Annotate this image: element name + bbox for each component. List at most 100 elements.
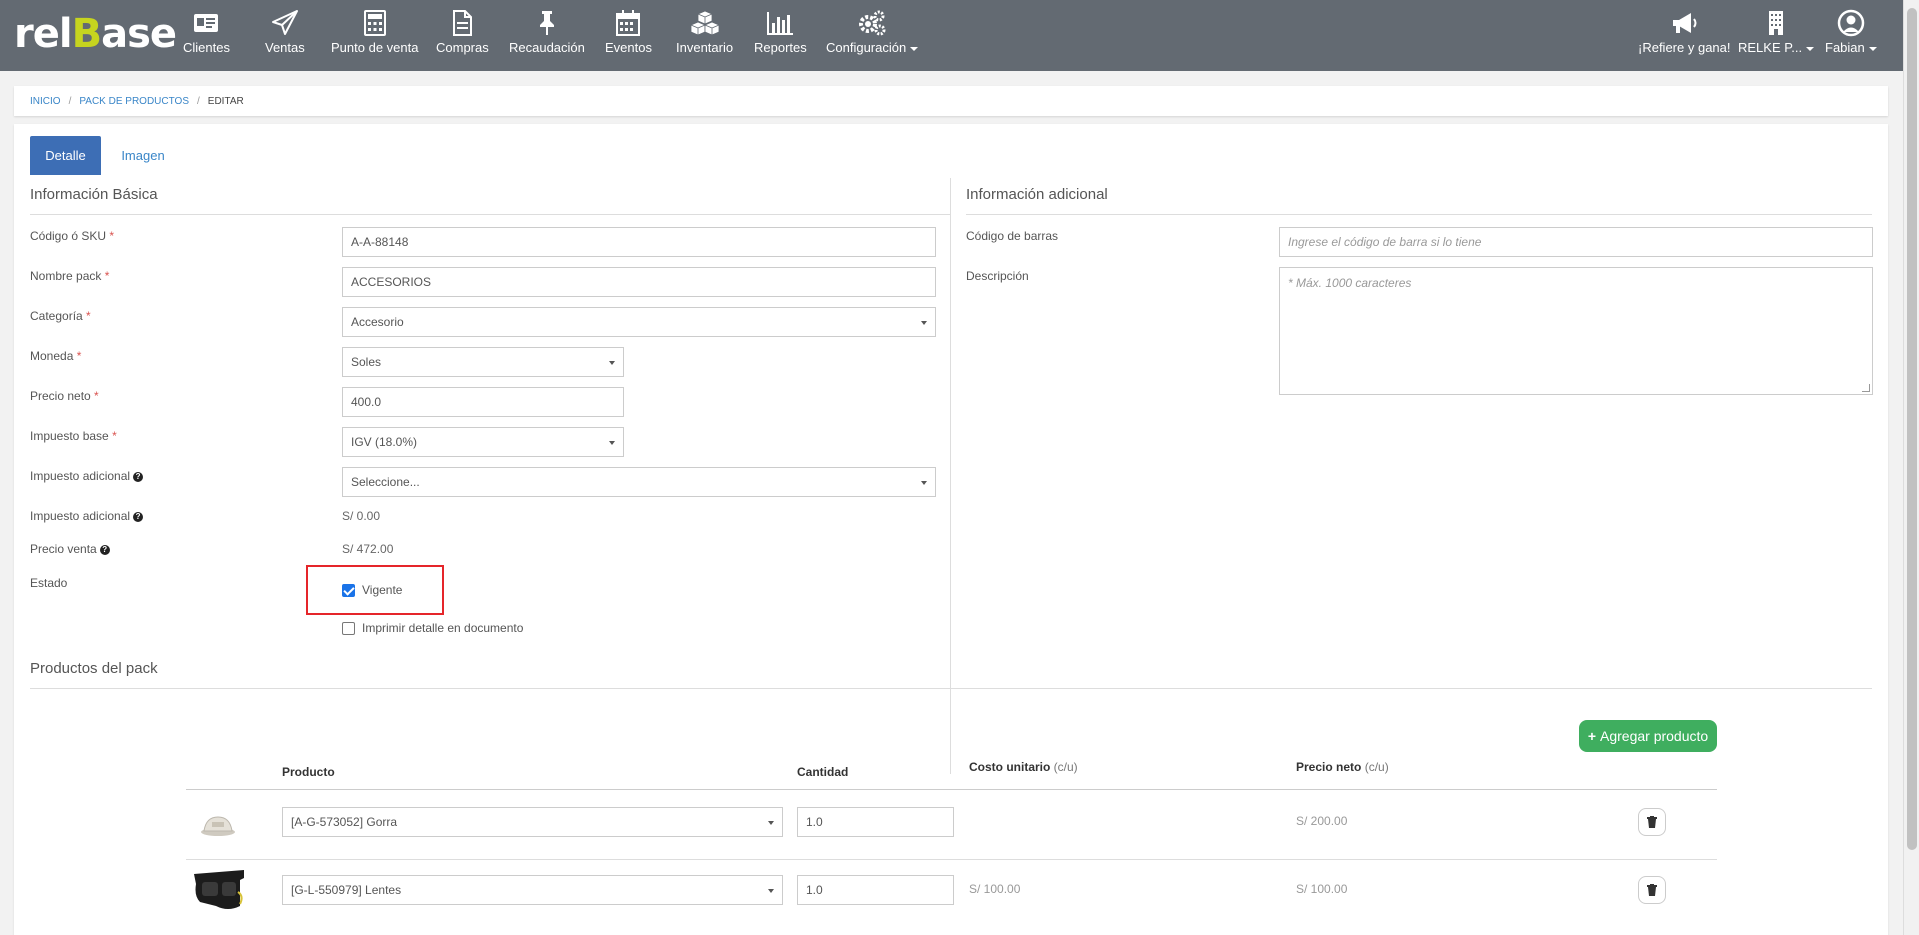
nav-compras[interactable]: Compras [436,8,489,64]
question-icon[interactable]: ? [99,544,110,555]
chevron-down-icon [921,321,927,325]
product-select[interactable]: [G-L-550979] Lentes [282,875,783,905]
chevron-down-icon [609,441,615,445]
quantity-input[interactable]: 1.0 [797,807,954,837]
nav-company[interactable]: RELKE P... [1738,8,1815,64]
base-tax-label: Impuesto base * [30,429,117,443]
nav-label: Clientes [183,40,230,55]
nav-reportes[interactable]: Reportes [754,8,807,64]
chevron-down-icon [921,481,927,485]
nav-configuracion[interactable]: Configuración [826,8,919,64]
sunglasses-thumbnail [192,866,246,919]
nav-label: Compras [436,40,489,55]
net-price-label: Precio neto * [30,389,99,403]
id-card-icon [194,14,219,32]
cap-thumbnail [200,812,236,841]
sku-label: Código ó SKU * [30,229,115,243]
extra-tax-amount: S/ 0.00 [342,509,381,523]
calculator-icon [363,10,386,36]
scrollbar-thumb[interactable] [1907,8,1917,850]
megaphone-icon [1673,13,1697,33]
nav-recaudacion[interactable]: Recaudación [509,8,585,64]
nav-refiere[interactable]: ¡Refiere y gana! [1638,8,1731,64]
delete-row-button[interactable] [1638,808,1666,836]
sale-price-label: Precio venta? [30,542,110,556]
nav-label: RELKE P... [1738,40,1815,55]
description-label: Descripción [966,269,1029,283]
chevron-down-icon [1806,46,1815,51]
divider [966,214,1872,215]
row-divider [186,859,1717,860]
relbase-logo[interactable]: relBase [14,12,177,56]
vigente-checkbox[interactable] [342,584,355,597]
nav-label: Ventas [265,40,305,55]
extra-tax-label: Impuesto adicional? [30,469,144,483]
plus-icon: + [1587,728,1596,744]
boxes-icon [689,10,720,36]
nav-clientes[interactable]: Clientes [183,8,230,64]
category-select[interactable]: Accesorio [342,307,936,337]
product-select[interactable]: [A-G-573052] Gorra [282,807,783,837]
breadcrumb-home[interactable]: INICIO [30,96,61,107]
sku-input[interactable]: A-A-88148 [342,227,936,257]
nav-punto-de-venta[interactable]: Punto de venta [331,8,418,64]
products-title: Productos del pack [30,660,158,677]
chevron-down-icon [1868,46,1877,51]
nav-label: Inventario [676,40,734,55]
print-detail-label: Imprimir detalle en documento [362,621,524,635]
add-product-button[interactable]: + Agregar producto [1579,720,1717,752]
barcode-input[interactable]: Ingrese el código de barra si lo tiene [1279,227,1873,257]
nav-user[interactable]: Fabian [1825,8,1877,64]
base-tax-select[interactable]: IGV (18.0%) [342,427,624,457]
main-panel: Detalle Imagen Información Básica Código… [14,124,1888,935]
nav-label: ¡Refiere y gana! [1638,40,1731,55]
nav-label: Recaudación [509,40,585,55]
question-icon[interactable]: ? [133,471,144,482]
question-icon[interactable]: ? [133,511,144,522]
sunglasses-image-icon [194,870,244,909]
cap-image-icon [201,816,235,836]
breadcrumb-current: EDITAR [207,95,244,107]
page-scrollbar[interactable] [1903,0,1919,935]
vigente-label: Vigente [362,583,403,597]
col-header-unit-cost: Costo unitario (c/u) [969,760,1078,774]
divider [30,688,1872,689]
tab-imagen[interactable]: Imagen [112,136,174,175]
unit-cost-cell: S/ 100.00 [969,882,1021,896]
category-label: Categoría * [30,309,91,323]
nav-ventas[interactable]: Ventas [265,8,305,64]
top-navbar: relBase Clientes Ventas Punto de venta C… [0,0,1903,71]
pin-icon [539,11,554,35]
pack-name-label: Nombre pack * [30,269,110,283]
nav-inventario[interactable]: Inventario [676,8,733,64]
document-icon [453,10,473,36]
resize-handle-icon[interactable] [1862,384,1870,392]
table-header-divider [186,789,1717,790]
building-icon [1769,11,1784,35]
currency-select[interactable]: Soles [342,347,624,377]
tab-detalle[interactable]: Detalle [30,136,101,175]
chevron-down-icon [768,821,774,825]
breadcrumb-section[interactable]: PACK DE PRODUCTOS [79,96,189,107]
nav-eventos[interactable]: Eventos [605,8,652,64]
nav-label: Fabian [1825,40,1877,55]
delete-row-button[interactable] [1638,876,1666,904]
currency-label: Moneda * [30,349,82,363]
chevron-down-icon [768,889,774,893]
pack-name-input[interactable]: ACCESORIOS [342,267,936,297]
quantity-input[interactable]: 1.0 [797,875,954,905]
breadcrumb: INICIO / PACK DE PRODUCTOS / EDITAR [14,86,1888,116]
paper-plane-icon [271,10,298,35]
gears-icon [859,10,886,36]
calendar-icon [616,10,641,36]
user-icon [1837,9,1865,37]
net-price-cell: S/ 200.00 [1296,814,1348,828]
trash-icon [1647,816,1657,828]
col-header-quantity: Cantidad [797,765,849,779]
extra-tax-select[interactable]: Seleccione... [342,467,936,497]
trash-icon [1647,884,1657,896]
print-detail-checkbox[interactable] [342,622,355,635]
net-price-input[interactable]: 400.0 [342,387,624,417]
chevron-down-icon [609,361,615,365]
description-textarea[interactable]: * Máx. 1000 caracteres [1279,267,1873,395]
